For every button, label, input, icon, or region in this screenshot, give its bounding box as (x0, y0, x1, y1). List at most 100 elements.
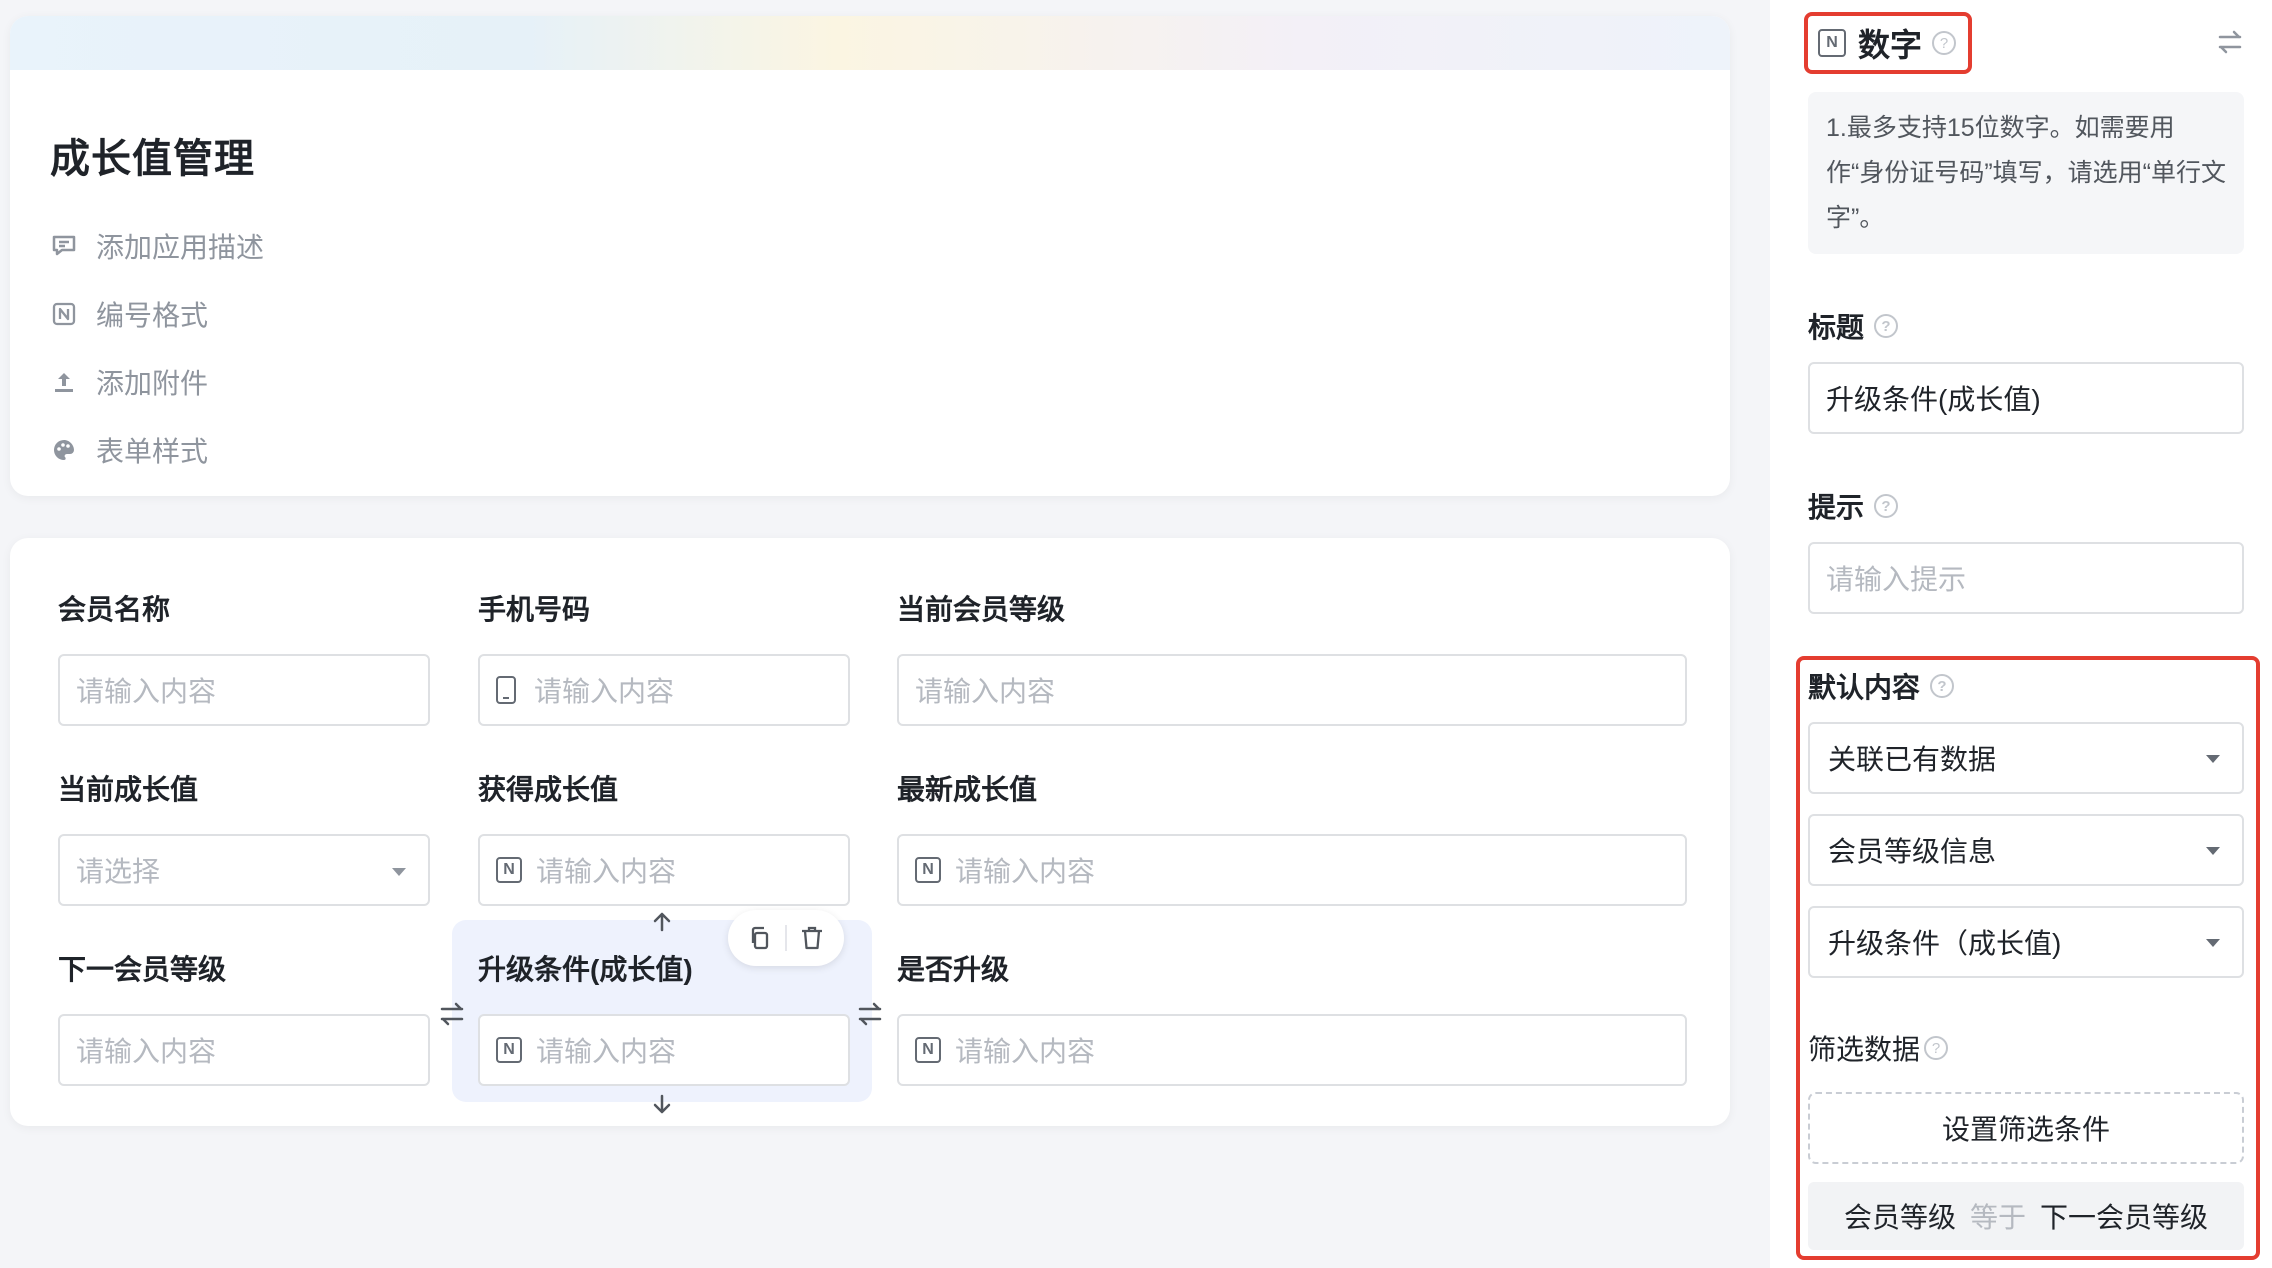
field-type-indicator: N 数字 ? (1804, 12, 1972, 74)
input-placeholder: 请输入内容 (534, 676, 675, 707)
help-icon[interactable]: ? (1924, 1036, 1949, 1060)
field-label: 当前会员等级 (897, 594, 1066, 625)
upgrade-condition-input[interactable]: N 请输入内容 (478, 1014, 850, 1086)
member-name-input[interactable]: 请输入内容 (58, 654, 430, 726)
form-style-link[interactable]: 表单样式 (50, 416, 264, 484)
phone-input[interactable]: 请输入内容 (478, 654, 850, 726)
filter-condition-summary[interactable]: 会员等级 等于 下一会员等级 (1808, 1182, 2244, 1250)
chevron-down-icon (2206, 939, 2220, 947)
default-prop-label: 默认内容 ? (1808, 666, 1955, 706)
help-icon[interactable]: ? (1874, 494, 1899, 518)
is-upgrade-input[interactable]: N 请输入内容 (897, 1014, 1687, 1086)
current-level-input[interactable]: 请输入内容 (897, 654, 1687, 726)
title-label-text: 标题 (1808, 312, 1865, 343)
source-field-value: 升级条件（成长值) (1828, 928, 2062, 959)
title-input-value: 升级条件(成长值) (1826, 384, 2041, 415)
meta-item-label: 添加附件 (96, 368, 209, 399)
chevron-down-icon (392, 868, 406, 876)
next-level-input[interactable]: 请输入内容 (58, 1014, 430, 1086)
field-label: 手机号码 (478, 594, 591, 625)
chevron-down-icon (2206, 847, 2220, 855)
latest-growth-input[interactable]: N 请输入内容 (897, 834, 1687, 906)
phone-icon (496, 676, 516, 704)
field-current-level[interactable]: 当前会员等级 请输入内容 (897, 590, 1687, 726)
number-format-icon (50, 300, 78, 328)
current-growth-select[interactable]: 请选择 (58, 834, 430, 906)
field-is-upgrade[interactable]: 是否升级 N 请输入内容 (897, 950, 1687, 1086)
meta-item-label: 表单样式 (96, 436, 209, 467)
field-label: 当前成长值 (58, 774, 199, 805)
field-label: 会员名称 (58, 594, 171, 625)
input-placeholder: 请输入内容 (536, 856, 677, 887)
number-icon: N (915, 857, 941, 883)
move-down-icon[interactable] (644, 1086, 680, 1122)
number-icon: N (915, 1037, 941, 1063)
app-meta-list: 添加应用描述 编号格式 添加附件 表单样式 (50, 212, 264, 484)
filter-operator: 等于 (1969, 1202, 2026, 1233)
input-placeholder: 请输入内容 (955, 856, 1096, 887)
comment-icon (50, 232, 78, 260)
field-gained-growth[interactable]: 获得成长值 N 请输入内容 (478, 770, 850, 906)
input-placeholder: 请输入内容 (955, 1036, 1096, 1067)
help-icon[interactable]: ? (1874, 314, 1899, 338)
app-title[interactable]: 成长值管理 (50, 126, 255, 184)
input-placeholder: 请输入内容 (536, 1036, 677, 1067)
app-header-card: 成长值管理 添加应用描述 编号格式 添加附件 表单样式 (10, 16, 1730, 496)
field-label: 获得成长值 (478, 774, 619, 805)
meta-item-label: 添加应用描述 (96, 232, 265, 263)
add-attachment-link[interactable]: 添加附件 (50, 348, 264, 416)
set-filter-button[interactable]: 设置筛选条件 (1808, 1092, 2244, 1164)
hint-input[interactable]: 请输入提示 (1808, 542, 2244, 614)
title-prop-label: 标题 ? (1808, 306, 1899, 346)
field-member-name[interactable]: 会员名称 请输入内容 (58, 590, 430, 726)
number-icon: N (496, 857, 522, 883)
number-format-link[interactable]: 编号格式 (50, 280, 264, 348)
palette-icon (50, 436, 78, 464)
field-current-growth[interactable]: 当前成长值 请选择 (58, 770, 430, 906)
field-type-description: 1.最多支持15位数字。如需要用作“身份证号码”填写，请选用“单行文字”。 (1808, 92, 2244, 254)
field-upgrade-condition[interactable]: 升级条件(成长值) N 请输入内容 (478, 950, 850, 1086)
default-mode-value: 关联已有数据 (1828, 744, 1997, 775)
filter-right-field: 下一会员等级 (2040, 1202, 2209, 1233)
field-latest-growth[interactable]: 最新成长值 N 请输入内容 (897, 770, 1687, 906)
input-placeholder: 请输入内容 (76, 1036, 217, 1067)
filter-label-text: 筛选数据 (1808, 1034, 1921, 1065)
source-field-select[interactable]: 升级条件（成长值) (1808, 906, 2244, 978)
swap-left-icon[interactable] (434, 996, 470, 1032)
default-mode-select[interactable]: 关联已有数据 (1808, 722, 2244, 794)
source-form-select[interactable]: 会员等级信息 (1808, 814, 2244, 886)
field-next-level[interactable]: 下一会员等级 请输入内容 (58, 950, 430, 1086)
upload-icon (50, 368, 78, 396)
field-label: 下一会员等级 (58, 954, 227, 985)
help-icon[interactable]: ? (1930, 674, 1955, 698)
default-label-text: 默认内容 (1808, 672, 1921, 703)
set-filter-label: 设置筛选条件 (1941, 1114, 2110, 1145)
delete-icon[interactable] (794, 920, 830, 956)
field-phone[interactable]: 手机号码 请输入内容 (478, 590, 850, 726)
field-label: 升级条件(成长值) (478, 954, 693, 985)
switch-type-icon[interactable] (2210, 22, 2250, 62)
hint-prop-label: 提示 ? (1808, 486, 1899, 526)
header-banner (10, 16, 1730, 70)
hint-input-placeholder: 请输入提示 (1826, 564, 1967, 595)
source-form-value: 会员等级信息 (1828, 836, 1997, 867)
number-type-icon: N (1818, 29, 1846, 57)
filter-prop-label: 筛选数据 ? (1808, 1028, 1949, 1068)
copy-icon[interactable] (742, 920, 778, 956)
field-label: 最新成长值 (897, 774, 1038, 805)
filter-left-field: 会员等级 (1843, 1202, 1956, 1233)
number-icon: N (496, 1037, 522, 1063)
title-input[interactable]: 升级条件(成长值) (1808, 362, 2244, 434)
hint-label-text: 提示 (1808, 492, 1865, 523)
meta-item-label: 编号格式 (96, 300, 209, 331)
add-description-link[interactable]: 添加应用描述 (50, 212, 264, 280)
help-icon[interactable]: ? (1932, 31, 1957, 55)
gained-growth-input[interactable]: N 请输入内容 (478, 834, 850, 906)
move-up-icon[interactable] (644, 904, 680, 940)
field-label: 是否升级 (897, 954, 1010, 985)
swap-right-icon[interactable] (852, 996, 888, 1032)
toolbar-divider (784, 925, 787, 951)
select-placeholder: 请选择 (76, 856, 161, 887)
input-placeholder: 请输入内容 (76, 676, 217, 707)
field-action-toolbar (728, 910, 844, 966)
